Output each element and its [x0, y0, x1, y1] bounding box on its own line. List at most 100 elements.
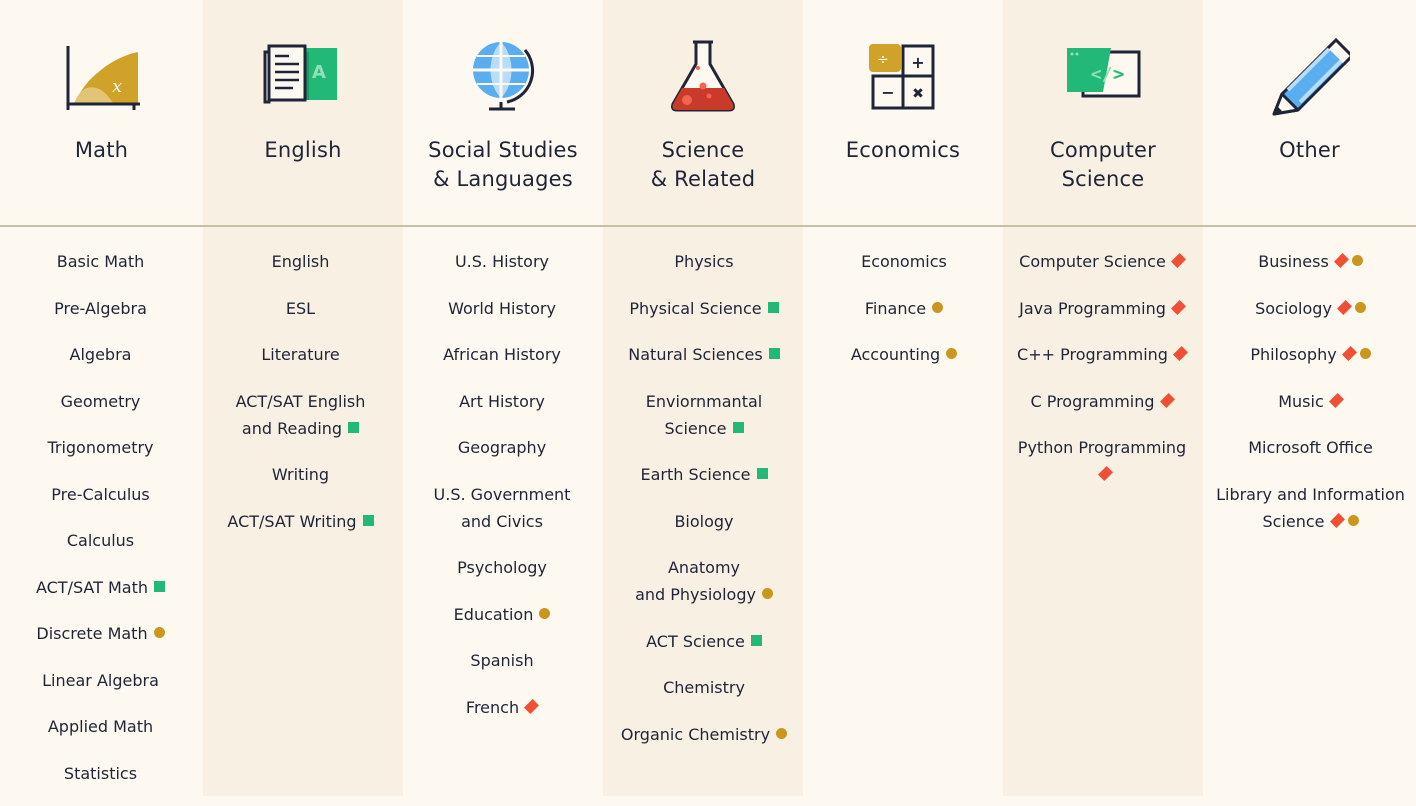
subject-item[interactable]: Microsoft Office — [1205, 434, 1416, 461]
subject-item[interactable]: Basic Math — [0, 248, 203, 275]
subject-item[interactable]: C++ Programming — [1001, 341, 1203, 368]
subject-label: ACT/SAT Math — [35, 577, 149, 597]
subject-label: English — [271, 252, 330, 271]
subject-label: Enviornmantal — [645, 391, 763, 411]
green-square-marker-icon — [768, 348, 780, 359]
subject-label: Discrete Math — [36, 624, 148, 643]
subject-list: Economics Finance Accounting — [805, 248, 1003, 388]
subject-item[interactable]: Enviornmantal Science — [605, 388, 803, 442]
subject-label-line2: Science — [1262, 511, 1325, 531]
subject-item[interactable]: Accounting — [805, 341, 1003, 368]
subject-item[interactable]: Linear Algebra — [0, 667, 203, 694]
subject-label: Spanish — [470, 651, 534, 670]
gold-circle-marker-icon — [539, 607, 551, 619]
subject-item[interactable]: Discrete Math — [0, 620, 203, 647]
subject-item[interactable]: Pre-Algebra — [0, 295, 203, 322]
subject-item[interactable]: Algebra — [0, 341, 203, 368]
subject-label: Basic Math — [56, 252, 145, 271]
subject-label: Calculus — [66, 531, 135, 550]
column-computer-science: </> > Computer Science Computer Science Ja… — [1003, 0, 1203, 796]
subject-item[interactable]: Biology — [605, 508, 803, 535]
column-science: Science & Related Physics Physical Science… — [603, 0, 803, 796]
subject-label: Education — [453, 604, 534, 624]
subject-label: Applied Math — [47, 717, 154, 736]
green-square-marker-icon — [348, 421, 360, 433]
subject-label: Algebra — [69, 345, 132, 364]
subject-item[interactable]: Organic Chemistry — [605, 721, 803, 748]
green-square-marker-icon — [732, 421, 744, 433]
subject-item[interactable]: English — [198, 248, 403, 275]
subject-item[interactable]: African History — [401, 341, 603, 368]
subject-label: French — [465, 697, 520, 717]
subject-item[interactable]: Applied Math — [0, 713, 203, 740]
subject-item[interactable]: Anatomy and Physiology — [605, 554, 803, 608]
subject-item[interactable]: Physical Science — [605, 295, 803, 322]
subject-label: ACT/SAT English — [235, 391, 366, 411]
subject-item[interactable]: Art History — [401, 388, 603, 415]
svg-text:✖: ✖ — [912, 86, 924, 102]
subject-item[interactable]: ACT/SAT English and Reading — [198, 388, 403, 442]
subject-item[interactable]: Philosophy — [1205, 341, 1416, 368]
subject-item[interactable]: Writing — [198, 461, 403, 488]
subject-item[interactable]: ACT/SAT Writing — [198, 508, 403, 535]
subject-item[interactable]: Education — [401, 601, 603, 628]
subject-label-line2: Science — [664, 418, 727, 438]
subject-item[interactable]: Psychology — [401, 554, 603, 581]
subject-item[interactable]: Java Programming — [1001, 295, 1203, 322]
subject-item[interactable]: ACT Science — [605, 628, 803, 655]
red-diamond-marker-icon — [1097, 466, 1113, 481]
globe-icon — [403, 36, 603, 116]
subject-item[interactable]: U.S. Government and Civics — [401, 481, 603, 535]
column-math: x Math Basic Math Pre-Algebra Algebra Geome… — [0, 0, 203, 796]
subject-label-line2: and Reading — [241, 418, 343, 438]
flask-icon — [603, 36, 803, 116]
subject-item[interactable]: Calculus — [0, 527, 203, 554]
gold-circle-marker-icon — [932, 301, 944, 313]
subject-item[interactable]: Geometry — [0, 388, 203, 415]
subject-item[interactable]: Pre-Calculus — [0, 481, 203, 508]
subject-item[interactable]: Natural Sciences — [605, 341, 803, 368]
subject-item[interactable]: Earth Science — [605, 461, 803, 488]
subject-item[interactable]: ESL — [198, 295, 403, 322]
subject-item[interactable]: Sociology — [1205, 295, 1416, 322]
subject-item[interactable]: Economics — [805, 248, 1003, 275]
subject-item[interactable]: Geography — [401, 434, 603, 461]
subject-label: Sociology — [1255, 298, 1332, 318]
subject-item[interactable]: Literature — [198, 341, 403, 368]
subject-label: Library and Information — [1216, 484, 1405, 504]
red-diamond-marker-icon — [1172, 346, 1188, 361]
svg-text:−: − — [881, 83, 894, 102]
subject-item[interactable]: ACT/SAT Math — [0, 574, 203, 601]
subject-label: Earth Science — [640, 465, 751, 484]
subject-label: Physics — [674, 252, 734, 271]
subject-item[interactable]: Spanish — [401, 647, 603, 674]
subject-item[interactable]: Music — [1205, 388, 1416, 415]
subject-item[interactable]: Statistics — [0, 760, 203, 787]
subject-item[interactable]: Chemistry — [605, 674, 803, 701]
subject-label: Natural Sciences — [628, 345, 763, 364]
subject-item[interactable]: Physics — [605, 248, 803, 275]
subject-label: Statistics — [63, 763, 138, 783]
subject-label: ACT/SAT Writing — [227, 511, 357, 531]
subject-item[interactable]: French — [401, 694, 603, 721]
subject-label: Anatomy — [667, 558, 740, 577]
subject-item[interactable]: Python Programming — [1001, 434, 1203, 488]
subject-item[interactable]: Trigonometry — [0, 434, 203, 461]
green-square-marker-icon — [750, 634, 762, 646]
subject-item[interactable]: World History — [401, 295, 603, 322]
subject-label: Accounting — [850, 345, 941, 364]
red-diamond-marker-icon — [1341, 346, 1357, 361]
subject-item[interactable]: Business — [1205, 248, 1416, 275]
red-diamond-marker-icon — [1333, 253, 1349, 268]
green-square-marker-icon — [756, 468, 768, 479]
subject-item[interactable]: Library and Information Science — [1205, 481, 1416, 535]
subject-label: Chemistry — [663, 678, 745, 697]
subject-item[interactable]: U.S. History — [401, 248, 603, 275]
gold-circle-marker-icon — [1359, 348, 1371, 359]
subject-list: U.S. History World History African History… — [401, 248, 603, 740]
subject-list: English ESL Literature ACT/SAT English and R… — [198, 248, 403, 554]
subject-item[interactable]: Computer Science — [1001, 248, 1203, 275]
subject-item[interactable]: C Programming — [1001, 388, 1203, 415]
subject-label: Business — [1258, 252, 1329, 271]
subject-item[interactable]: Finance — [805, 295, 1003, 322]
